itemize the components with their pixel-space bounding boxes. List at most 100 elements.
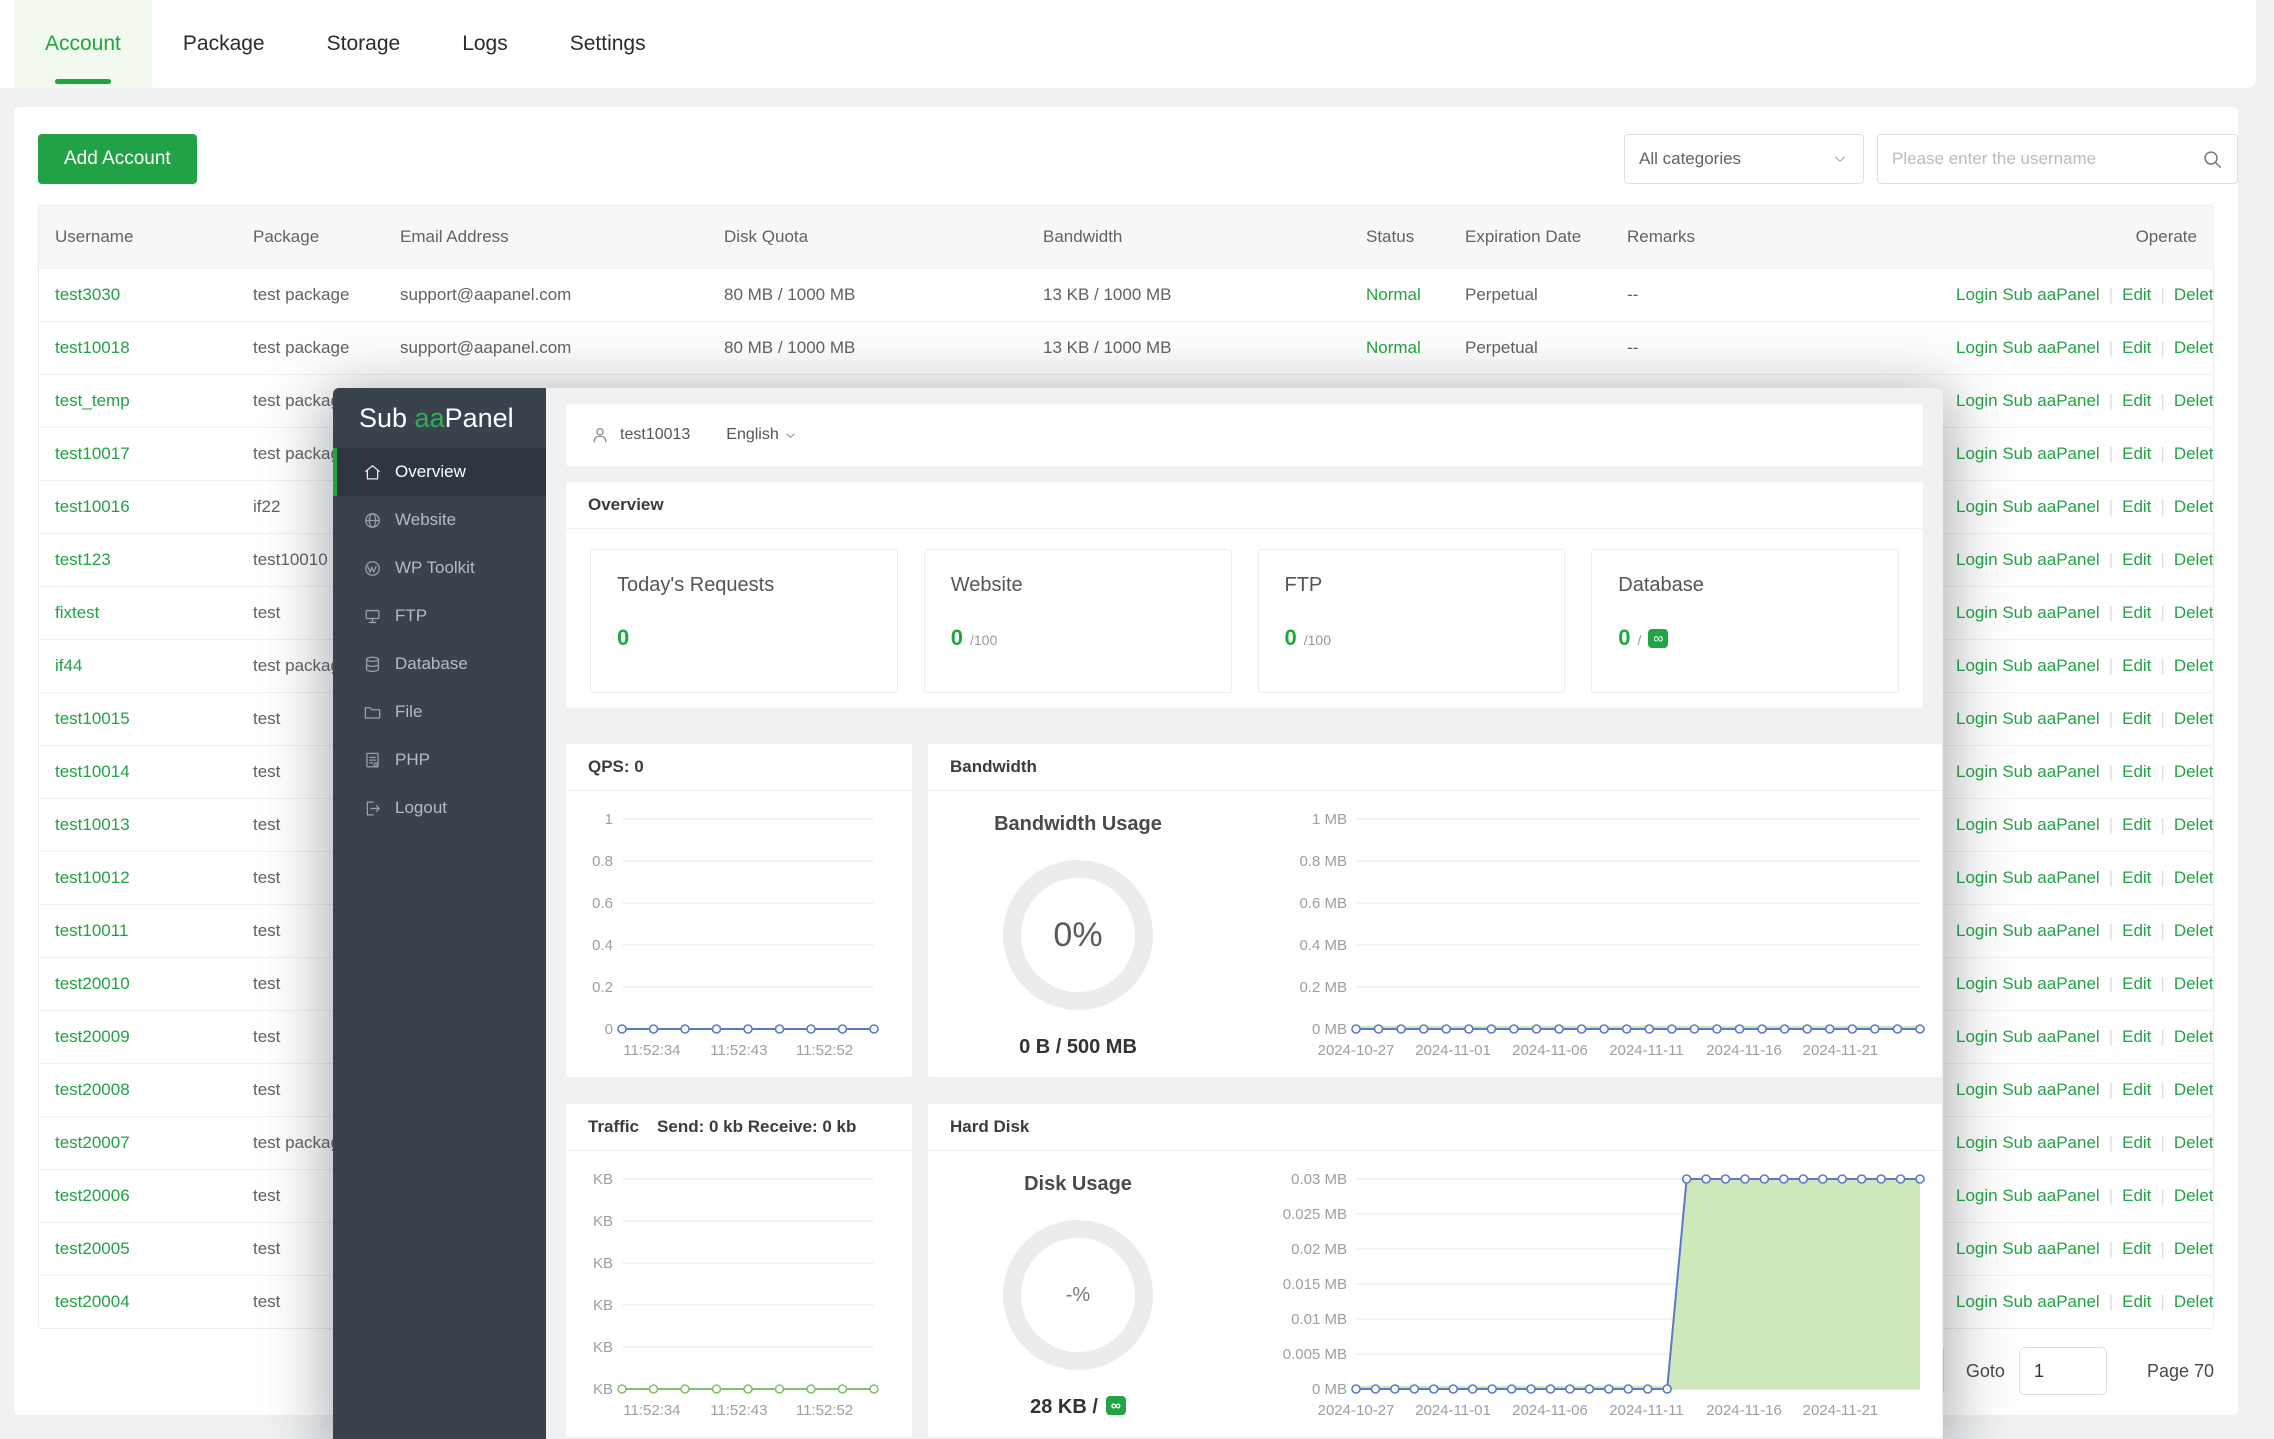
username-link[interactable]: if44 bbox=[55, 656, 82, 675]
edit-link[interactable]: Edit bbox=[2122, 1292, 2151, 1311]
username-link[interactable]: test20006 bbox=[55, 1186, 130, 1205]
delete-link[interactable]: Delete bbox=[2174, 603, 2213, 622]
login-sub-aapanel-link[interactable]: Login Sub aaPanel bbox=[1956, 285, 2100, 304]
edit-link[interactable]: Edit bbox=[2122, 550, 2151, 569]
edit-link[interactable]: Edit bbox=[2122, 921, 2151, 940]
sidebar-item-website[interactable]: Website bbox=[333, 496, 546, 544]
delete-link[interactable]: Delete bbox=[2174, 1133, 2213, 1152]
svg-text:0.2 MB: 0.2 MB bbox=[1299, 979, 1347, 996]
edit-link[interactable]: Edit bbox=[2122, 338, 2151, 357]
edit-link[interactable]: Edit bbox=[2122, 974, 2151, 993]
username-link[interactable]: test10017 bbox=[55, 444, 130, 463]
username-link[interactable]: test10012 bbox=[55, 868, 130, 887]
login-sub-aapanel-link[interactable]: Login Sub aaPanel bbox=[1956, 709, 2100, 728]
login-sub-aapanel-link[interactable]: Login Sub aaPanel bbox=[1956, 550, 2100, 569]
delete-link[interactable]: Delete bbox=[2174, 921, 2213, 940]
delete-link[interactable]: Delete bbox=[2174, 1239, 2213, 1258]
username-link[interactable]: test10011 bbox=[55, 921, 128, 940]
delete-link[interactable]: Delete bbox=[2174, 338, 2213, 357]
login-sub-aapanel-link[interactable]: Login Sub aaPanel bbox=[1956, 921, 2100, 940]
edit-link[interactable]: Edit bbox=[2122, 391, 2151, 410]
username-link[interactable]: test20010 bbox=[55, 974, 130, 993]
login-sub-aapanel-link[interactable]: Login Sub aaPanel bbox=[1956, 1133, 2100, 1152]
username-link[interactable]: test3030 bbox=[55, 285, 120, 304]
tab-settings[interactable]: Settings bbox=[539, 0, 677, 88]
username-link[interactable]: test10015 bbox=[55, 709, 130, 728]
login-sub-aapanel-link[interactable]: Login Sub aaPanel bbox=[1956, 338, 2100, 357]
login-sub-aapanel-link[interactable]: Login Sub aaPanel bbox=[1956, 1027, 2100, 1046]
edit-link[interactable]: Edit bbox=[2122, 656, 2151, 675]
edit-link[interactable]: Edit bbox=[2122, 709, 2151, 728]
edit-link[interactable]: Edit bbox=[2122, 444, 2151, 463]
login-sub-aapanel-link[interactable]: Login Sub aaPanel bbox=[1956, 1186, 2100, 1205]
username-link[interactable]: test20007 bbox=[55, 1133, 130, 1152]
sidebar-item-file[interactable]: File bbox=[333, 688, 546, 736]
username-link[interactable]: test10018 bbox=[55, 338, 130, 357]
delete-link[interactable]: Delete bbox=[2174, 285, 2213, 304]
login-sub-aapanel-link[interactable]: Login Sub aaPanel bbox=[1956, 1292, 2100, 1311]
login-sub-aapanel-link[interactable]: Login Sub aaPanel bbox=[1956, 444, 2100, 463]
username-link[interactable]: test20009 bbox=[55, 1027, 130, 1046]
search-icon[interactable] bbox=[2201, 148, 2223, 170]
delete-link[interactable]: Delete bbox=[2174, 868, 2213, 887]
edit-link[interactable]: Edit bbox=[2122, 1080, 2151, 1099]
username-link[interactable]: test10016 bbox=[55, 497, 130, 516]
delete-link[interactable]: Delete bbox=[2174, 1292, 2213, 1311]
edit-link[interactable]: Edit bbox=[2122, 815, 2151, 834]
tab-account[interactable]: Account bbox=[14, 0, 152, 88]
tab-logs[interactable]: Logs bbox=[431, 0, 539, 88]
delete-link[interactable]: Delete bbox=[2174, 974, 2213, 993]
sidebar-item-database[interactable]: Database bbox=[333, 640, 546, 688]
tab-storage[interactable]: Storage bbox=[296, 0, 432, 88]
delete-link[interactable]: Delete bbox=[2174, 709, 2213, 728]
delete-link[interactable]: Delete bbox=[2174, 815, 2213, 834]
add-account-button[interactable]: Add Account bbox=[38, 134, 197, 184]
tab-package[interactable]: Package bbox=[152, 0, 296, 88]
language-select[interactable]: English bbox=[726, 426, 797, 444]
edit-link[interactable]: Edit bbox=[2122, 762, 2151, 781]
sidebar-item-php[interactable]: PHP bbox=[333, 736, 546, 784]
edit-link[interactable]: Edit bbox=[2122, 868, 2151, 887]
edit-link[interactable]: Edit bbox=[2122, 285, 2151, 304]
delete-link[interactable]: Delete bbox=[2174, 444, 2213, 463]
edit-link[interactable]: Edit bbox=[2122, 1239, 2151, 1258]
delete-link[interactable]: Delete bbox=[2174, 1080, 2213, 1099]
delete-link[interactable]: Delete bbox=[2174, 656, 2213, 675]
delete-link[interactable]: Delete bbox=[2174, 762, 2213, 781]
delete-link[interactable]: Delete bbox=[2174, 550, 2213, 569]
username-link[interactable]: test20004 bbox=[55, 1292, 130, 1311]
delete-link[interactable]: Delete bbox=[2174, 1186, 2213, 1205]
login-sub-aapanel-link[interactable]: Login Sub aaPanel bbox=[1956, 1239, 2100, 1258]
category-select[interactable]: All categories bbox=[1624, 134, 1864, 184]
edit-link[interactable]: Edit bbox=[2122, 1027, 2151, 1046]
login-sub-aapanel-link[interactable]: Login Sub aaPanel bbox=[1956, 762, 2100, 781]
delete-link[interactable]: Delete bbox=[2174, 497, 2213, 516]
goto-page-input[interactable] bbox=[2019, 1347, 2107, 1395]
edit-link[interactable]: Edit bbox=[2122, 497, 2151, 516]
sidebar-item-overview[interactable]: Overview bbox=[333, 448, 546, 496]
login-sub-aapanel-link[interactable]: Login Sub aaPanel bbox=[1956, 391, 2100, 410]
username-link[interactable]: fixtest bbox=[55, 603, 99, 622]
username-link[interactable]: test20008 bbox=[55, 1080, 130, 1099]
login-sub-aapanel-link[interactable]: Login Sub aaPanel bbox=[1956, 497, 2100, 516]
sidebar-item-ftp[interactable]: FTP bbox=[333, 592, 546, 640]
delete-link[interactable]: Delete bbox=[2174, 1027, 2213, 1046]
username-link[interactable]: test10014 bbox=[55, 762, 130, 781]
login-sub-aapanel-link[interactable]: Login Sub aaPanel bbox=[1956, 656, 2100, 675]
username-link[interactable]: test123 bbox=[55, 550, 111, 569]
login-sub-aapanel-link[interactable]: Login Sub aaPanel bbox=[1956, 815, 2100, 834]
login-sub-aapanel-link[interactable]: Login Sub aaPanel bbox=[1956, 1080, 2100, 1099]
search-input[interactable] bbox=[1878, 149, 2201, 169]
edit-link[interactable]: Edit bbox=[2122, 1186, 2151, 1205]
login-sub-aapanel-link[interactable]: Login Sub aaPanel bbox=[1956, 868, 2100, 887]
username-link[interactable]: test20005 bbox=[55, 1239, 130, 1258]
edit-link[interactable]: Edit bbox=[2122, 603, 2151, 622]
delete-link[interactable]: Delete bbox=[2174, 391, 2213, 410]
login-sub-aapanel-link[interactable]: Login Sub aaPanel bbox=[1956, 603, 2100, 622]
login-sub-aapanel-link[interactable]: Login Sub aaPanel bbox=[1956, 974, 2100, 993]
sidebar-item-logout[interactable]: Logout bbox=[333, 784, 546, 832]
username-link[interactable]: test10013 bbox=[55, 815, 130, 834]
sidebar-item-wp-toolkit[interactable]: WP Toolkit bbox=[333, 544, 546, 592]
edit-link[interactable]: Edit bbox=[2122, 1133, 2151, 1152]
username-link[interactable]: test_temp bbox=[55, 391, 130, 410]
